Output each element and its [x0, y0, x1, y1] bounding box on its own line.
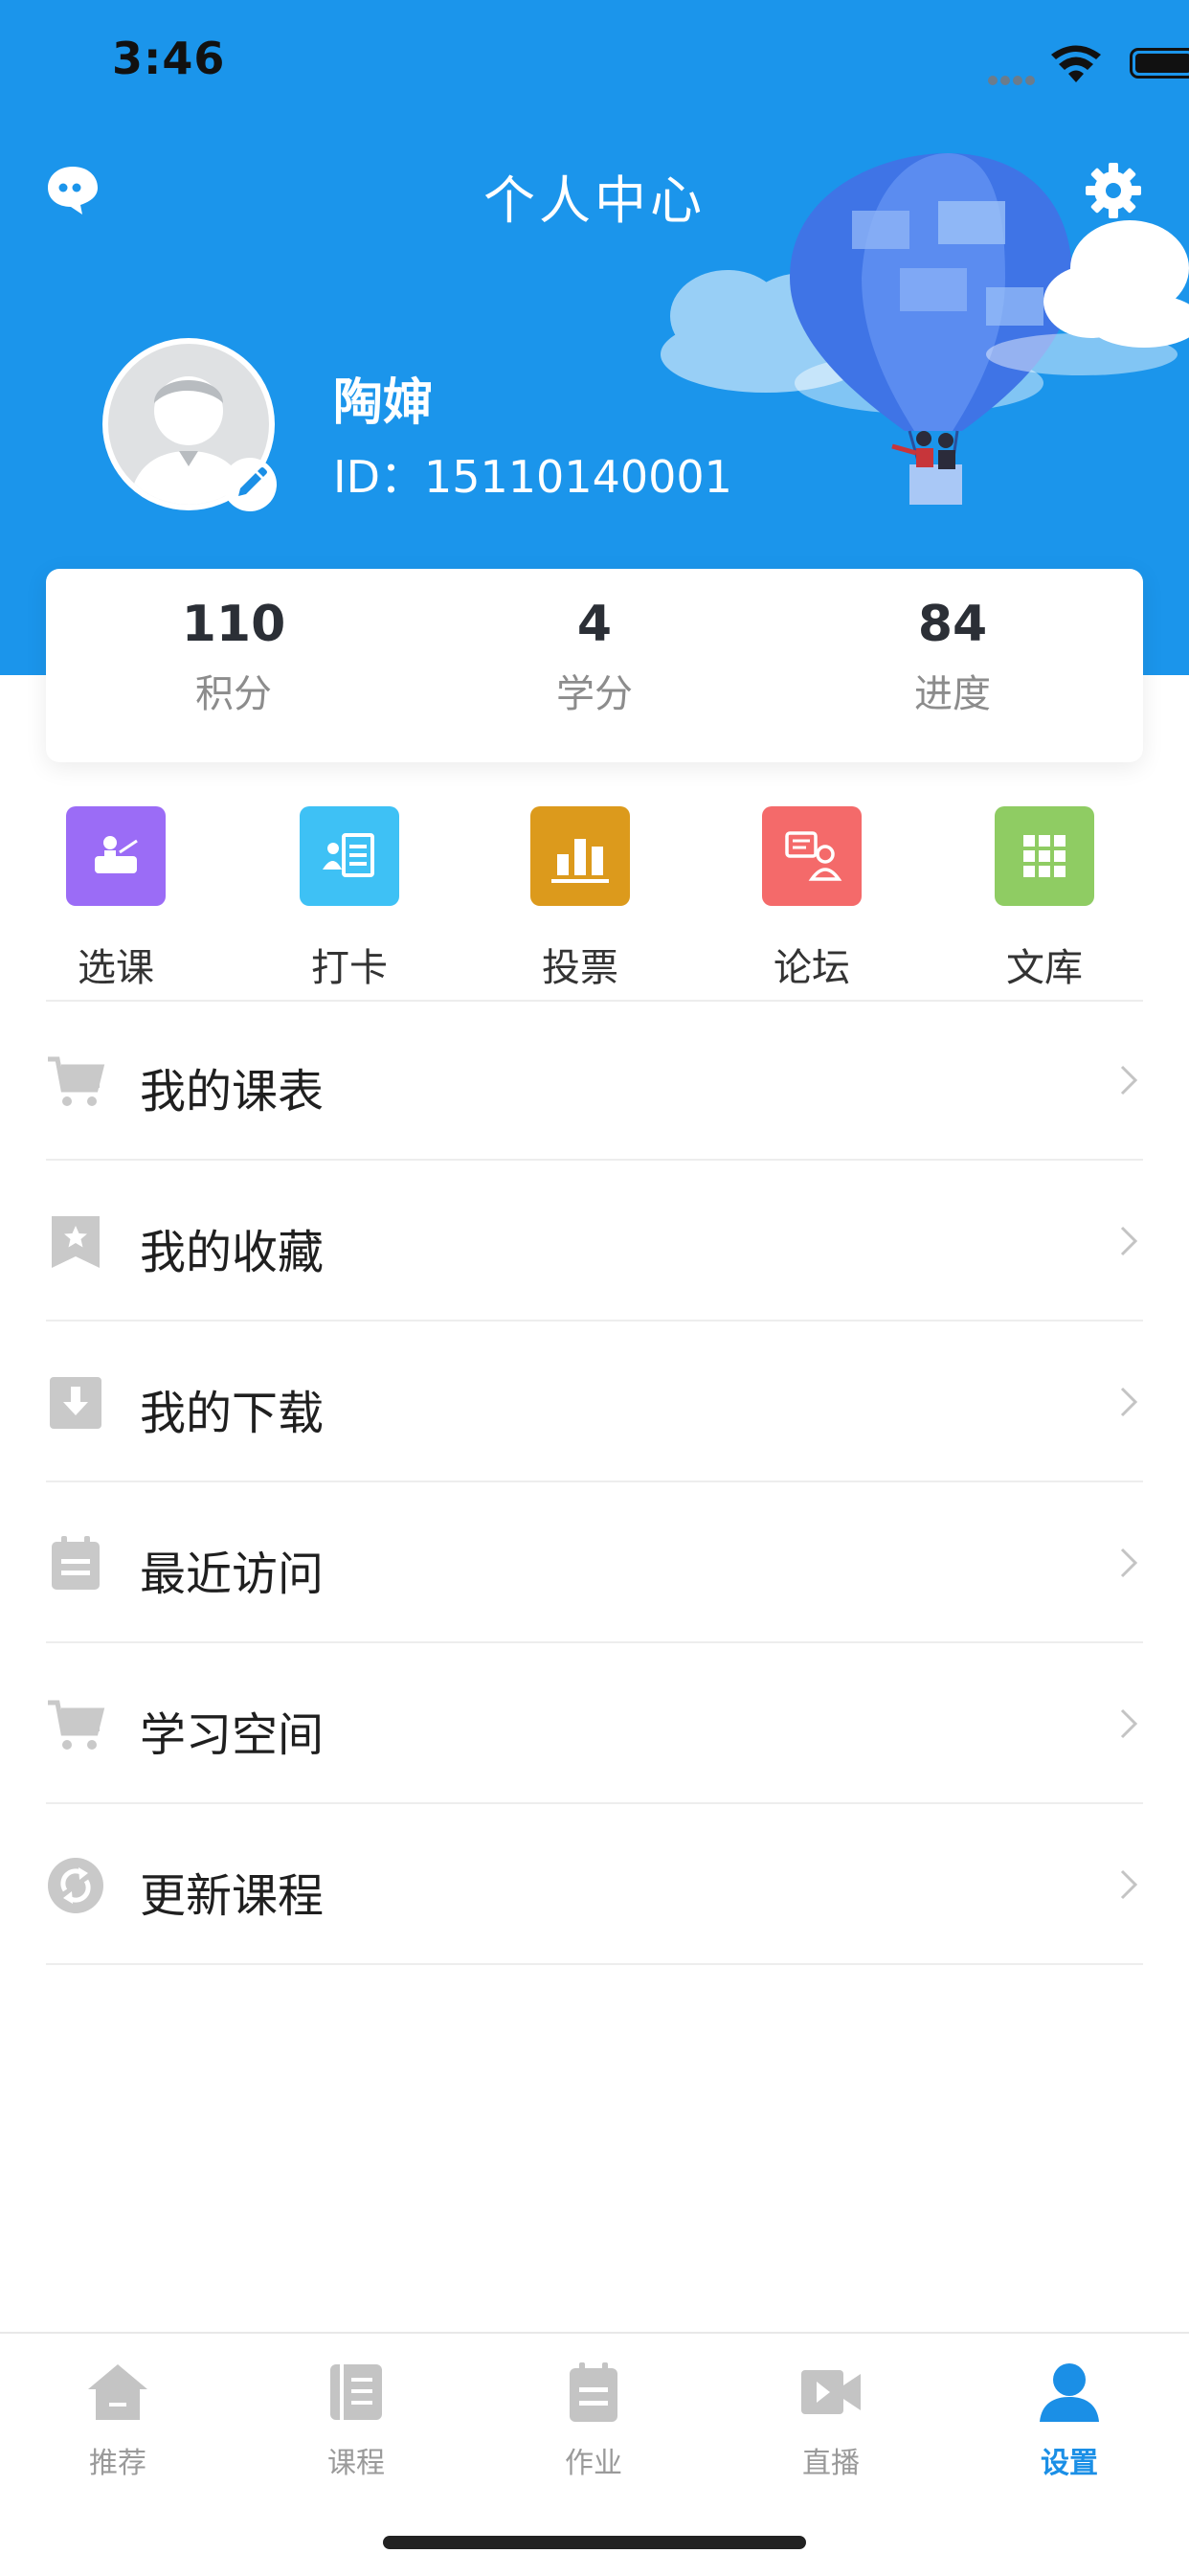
quick-action-label: 选课 — [78, 946, 154, 990]
menu-item-label: 更新课程 — [140, 1869, 325, 1923]
quick-action-course-select[interactable]: 选课 — [63, 806, 168, 990]
book-icon — [330, 2364, 382, 2420]
tab-label: 推荐 — [89, 2447, 146, 2480]
tab-label: 课程 — [327, 2447, 385, 2480]
quick-action-label: 论坛 — [774, 946, 850, 990]
stat-points[interactable]: 110 积分 — [90, 596, 377, 718]
download-icon — [50, 1377, 101, 1429]
menu-item-label: 学习空间 — [140, 1708, 325, 1762]
quick-action-checkin[interactable]: 打卡 — [297, 806, 402, 990]
checkin-icon — [300, 806, 399, 906]
menu-item-label: 我的下载 — [140, 1387, 325, 1440]
tab-label: 作业 — [565, 2447, 622, 2480]
quick-action-forum[interactable]: 论坛 — [759, 806, 864, 990]
chevron-right-icon — [1120, 1387, 1138, 1417]
menu-item-label: 我的课表 — [140, 1065, 325, 1119]
menu-item-study-space[interactable]: 学习空间 — [46, 1645, 1143, 1804]
home-indicator[interactable] — [383, 2536, 806, 2549]
cart-icon — [48, 1700, 105, 1750]
menu-item-update-courses[interactable]: 更新课程 — [46, 1806, 1143, 1965]
user-id: ID：15110140001 — [333, 451, 732, 503]
tab-label: 直播 — [802, 2447, 860, 2480]
status-time: 3:46 — [112, 33, 226, 84]
video-icon — [801, 2370, 861, 2414]
menu-item-my-downloads[interactable]: 我的下载 — [46, 1323, 1143, 1482]
stat-label: 积分 — [195, 672, 272, 716]
tab-settings[interactable]: 设置 — [993, 2361, 1146, 2481]
tab-homework[interactable]: 作业 — [517, 2361, 670, 2481]
menu-item-label: 最近访问 — [140, 1548, 325, 1601]
stats-card: 110 积分 4 学分 84 进度 — [46, 569, 1143, 762]
user-name: 陶婶 — [333, 374, 434, 432]
cart-icon — [48, 1056, 105, 1106]
forum-icon — [762, 806, 862, 906]
tab-courses[interactable]: 课程 — [280, 2361, 433, 2481]
chevron-right-icon — [1120, 1226, 1138, 1256]
course-select-icon — [66, 806, 166, 906]
chevron-right-icon — [1120, 1548, 1138, 1578]
menu-item-recent-visits[interactable]: 最近访问 — [46, 1484, 1143, 1643]
stat-value: 110 — [181, 596, 286, 653]
vote-icon — [530, 806, 630, 906]
bookmark-star-icon — [52, 1216, 100, 1268]
calendar-icon — [52, 1536, 100, 1590]
edit-avatar-icon[interactable] — [223, 458, 277, 511]
clipboard-icon — [570, 2362, 617, 2422]
chevron-right-icon — [1120, 1869, 1138, 1900]
home-icon — [88, 2364, 147, 2420]
quick-action-label: 打卡 — [311, 946, 388, 990]
menu-item-my-favorites[interactable]: 我的收藏 — [46, 1163, 1143, 1322]
menu-item-label: 我的收藏 — [140, 1226, 325, 1279]
chevron-right-icon — [1120, 1065, 1138, 1096]
stat-label: 进度 — [914, 672, 991, 716]
stat-value: 4 — [576, 596, 613, 653]
person-icon — [1040, 2363, 1099, 2422]
tab-label: 设置 — [1041, 2447, 1098, 2480]
stat-label: 学分 — [556, 672, 633, 716]
quick-action-vote[interactable]: 投票 — [527, 806, 633, 990]
stat-progress[interactable]: 84 进度 — [809, 596, 1096, 718]
wifi-icon — [1051, 45, 1101, 82]
refresh-icon — [48, 1858, 103, 1913]
menu-item-my-schedule[interactable]: 我的课表 — [46, 1002, 1143, 1161]
chevron-right-icon — [1120, 1708, 1138, 1739]
stat-value: 84 — [917, 596, 988, 653]
library-icon — [995, 806, 1094, 906]
quick-action-label: 文库 — [1006, 946, 1083, 990]
stat-credits[interactable]: 4 学分 — [451, 596, 738, 718]
quick-action-label: 投票 — [542, 946, 618, 990]
quick-action-library[interactable]: 文库 — [992, 806, 1097, 990]
tab-recommend[interactable]: 推荐 — [41, 2361, 194, 2481]
battery-icon — [1130, 48, 1189, 79]
tab-live[interactable]: 直播 — [754, 2361, 908, 2481]
signal-icon — [988, 71, 1042, 85]
